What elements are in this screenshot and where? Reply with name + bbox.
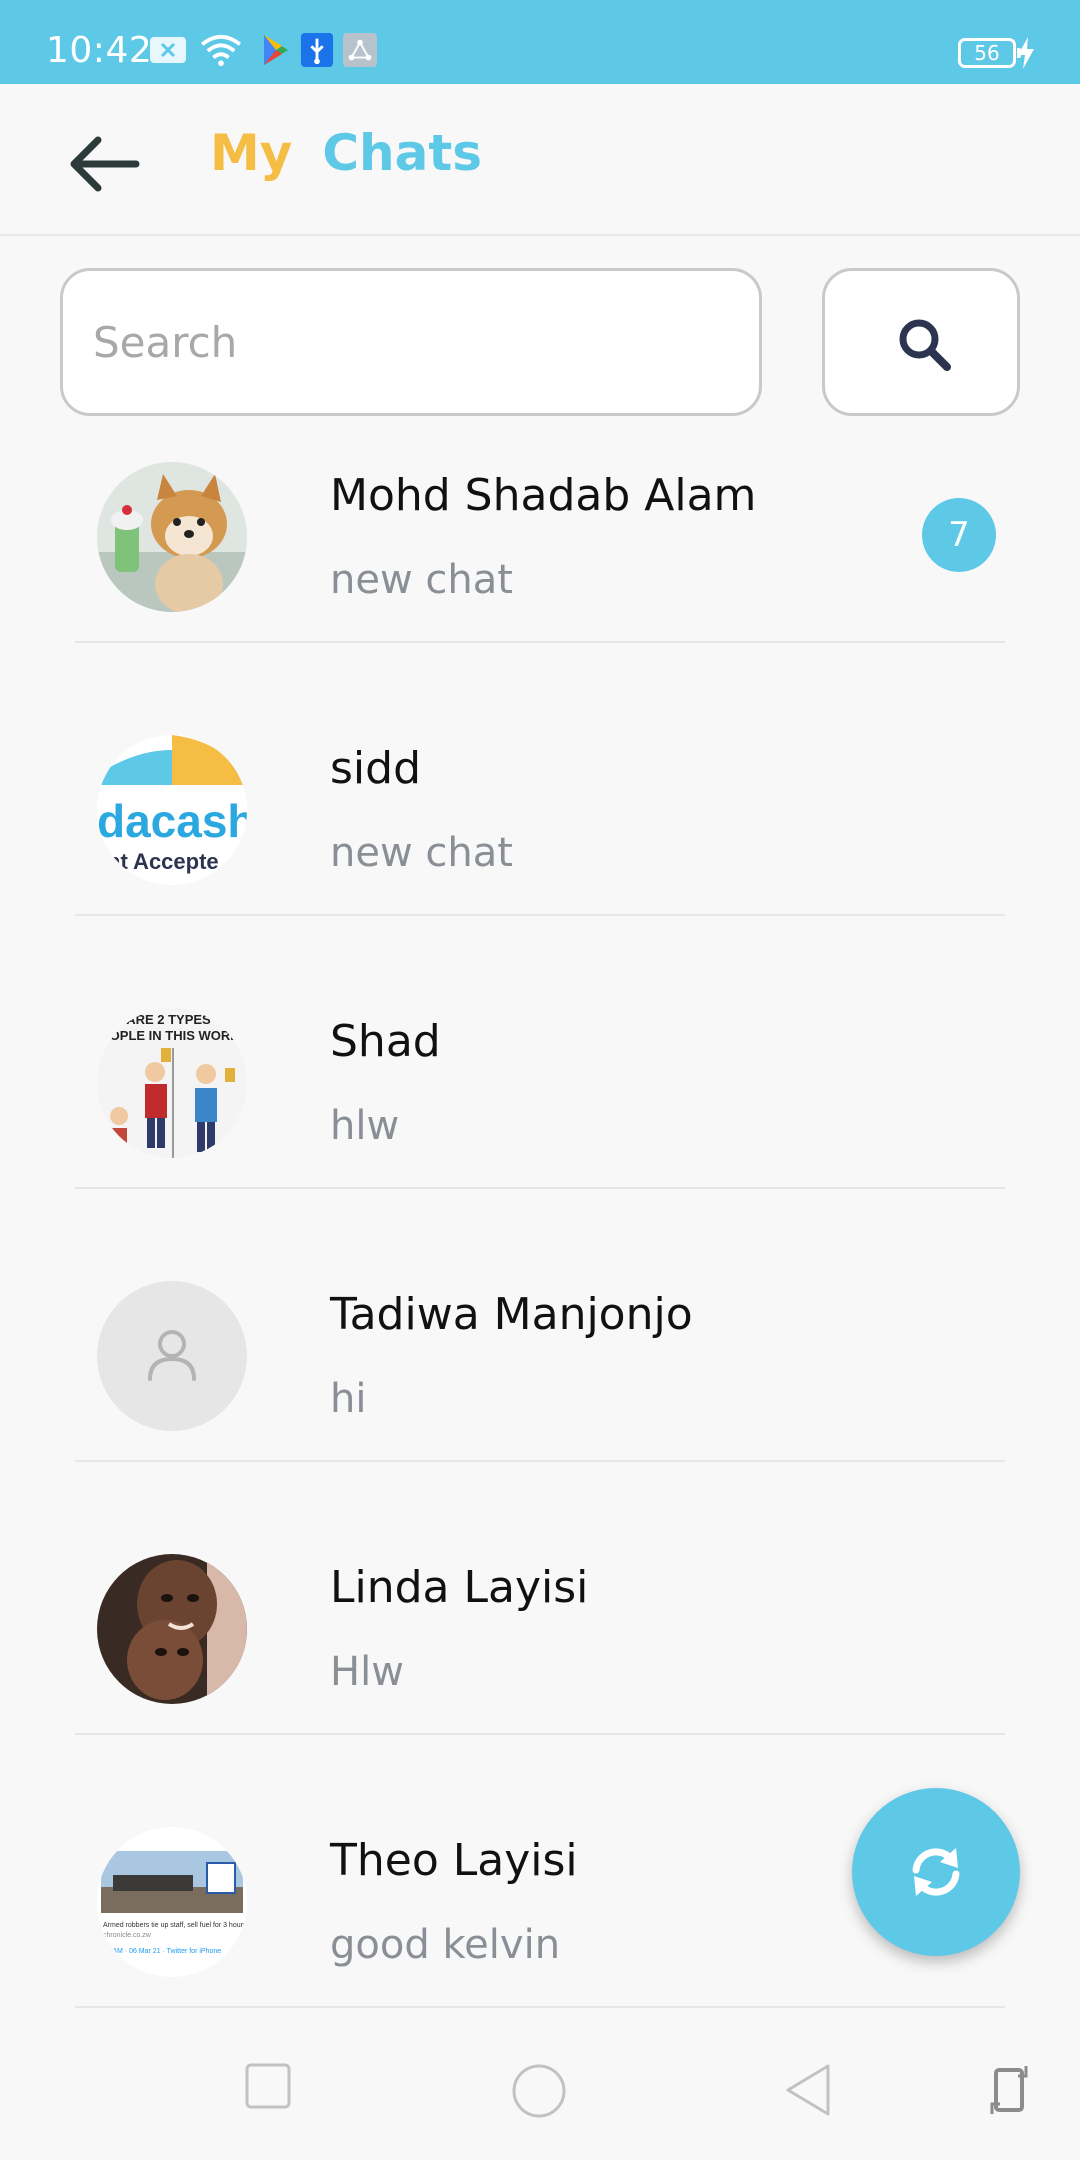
page-title: My Chats [210,124,482,182]
chat-preview: good kelvin [330,1922,561,1968]
chat-preview: new chat [330,830,513,876]
app-bar: My Chats [0,84,1080,236]
meme-text: RE ARE 2 TYPES [105,1012,211,1027]
chat-preview: hlw [330,1103,400,1149]
chat-list-item[interactable]: Linda Layisi Hlw [0,1537,1080,1810]
avatar [97,1554,247,1704]
chat-preview: hi [330,1376,367,1422]
arrow-left-icon[interactable] [64,124,144,204]
divider [75,1733,1005,1735]
chat-preview: new chat [330,557,513,603]
chat-name: sidd [330,743,422,794]
wifi-icon [200,34,242,67]
chat-list-item[interactable]: dacash nt Accepte sidd new chat [0,718,1080,991]
logo-subtext: nt Accepte [107,849,219,874]
back-icon[interactable] [784,2062,832,2118]
divider [75,1187,1005,1189]
dog-photo [97,462,247,612]
caption-text-2: chronicle.co.zw [103,1932,152,1939]
caption-text: Armed robbers tie up staff, sell fuel fo… [103,1922,247,1929]
close-notification-icon [150,37,186,63]
chat-preview: Hlw [330,1649,404,1695]
chat-name: Tadiwa Manjonjo [330,1289,693,1340]
avatar [97,1281,247,1431]
screenshot-photo: Armed robbers tie up staff, sell fuel fo… [97,1827,247,1977]
search-icon [899,319,951,371]
unread-badge: 7 [922,498,996,572]
charging-bolt-icon [1018,37,1034,69]
divider [75,2006,1005,2008]
avatar: RE ARE 2 TYPES EOPLE IN THIS WORL [97,1008,247,1158]
logo-text: dacash [97,795,247,847]
logo-photo: dacash nt Accepte [97,735,247,885]
home-icon[interactable] [510,2062,568,2120]
chat-name: Theo Layisi [330,1835,578,1886]
caption-text-3: 14 AM · 06 Mar 21 · Twitter for iPhone [103,1948,221,1955]
divider [75,641,1005,643]
refresh-icon [912,1848,960,1896]
search-button[interactable] [822,268,1020,416]
recents-icon[interactable] [244,2062,292,2110]
nodes-icon [343,33,377,67]
avatar: dacash nt Accepte [97,735,247,885]
chat-name: Shad [330,1016,441,1067]
search-input[interactable] [60,268,762,416]
page-title-my: My [210,124,293,182]
usb-icon [300,33,334,67]
chat-list-item[interactable]: Tadiwa Manjonjo hi [0,1264,1080,1537]
user-icon [148,1330,196,1381]
avatar [97,462,247,612]
play-games-icon [264,35,288,65]
meme-photo: RE ARE 2 TYPES EOPLE IN THIS WORL [97,1008,247,1158]
chat-list-item[interactable]: RE ARE 2 TYPES EOPLE IN THIS WORL Shad h… [0,991,1080,1264]
avatar: Armed robbers tie up staff, sell fuel fo… [97,1827,247,1977]
rotate-icon[interactable] [990,2062,1030,2118]
people-photo [97,1554,247,1704]
status-time: 10:42 [46,30,153,71]
refresh-button[interactable] [852,1788,1020,1956]
divider [75,1460,1005,1462]
page-title-chats: Chats [322,124,483,182]
divider [75,914,1005,916]
chat-name: Mohd Shadab Alam [330,470,757,521]
chat-list-item[interactable]: Mohd Shadab Alam new chat 7 [0,445,1080,718]
system-nav-bar [0,2026,1080,2160]
status-bar: 10:42 56 [0,0,1080,84]
battery-indicator: 56 [958,38,1021,68]
chat-name: Linda Layisi [330,1562,589,1613]
meme-text-2: EOPLE IN THIS WORL [101,1028,238,1043]
